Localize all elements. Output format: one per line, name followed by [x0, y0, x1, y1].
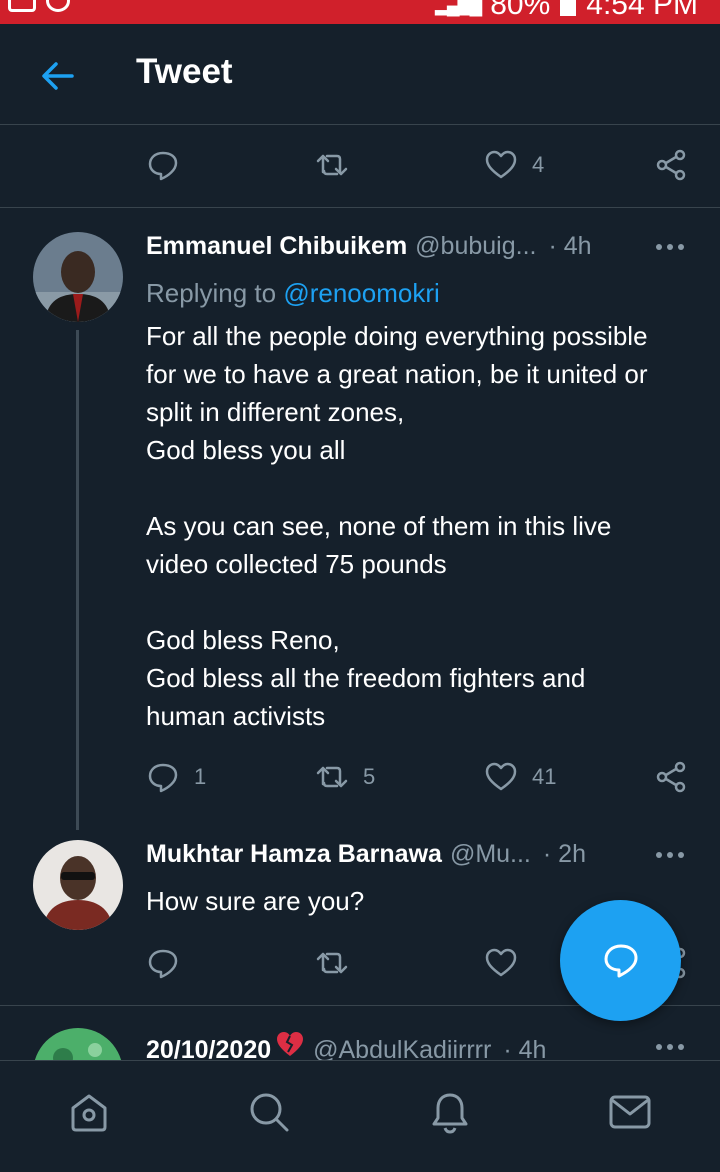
nav-messages[interactable]: [607, 1089, 653, 1135]
like-button[interactable]: [484, 938, 518, 988]
reply-count: 1: [194, 764, 207, 789]
replying-to: Replying to @renoomokri: [146, 278, 440, 309]
speech-bubble-icon: [148, 151, 178, 181]
retweet-icon: [316, 154, 348, 176]
battery-icon: [560, 0, 577, 16]
replying-label: Replying to: [146, 278, 277, 308]
more-options-button[interactable]: [652, 840, 688, 870]
like-count: 4: [532, 152, 545, 177]
divider: [0, 207, 720, 208]
like-button[interactable]: 4: [484, 140, 544, 190]
more-options-button[interactable]: [652, 1032, 688, 1062]
timestamp: · 4h: [548, 232, 592, 260]
timestamp: · 2h: [542, 840, 586, 868]
main-tweet-actions: 4: [0, 140, 720, 190]
nav-notifications[interactable]: [427, 1089, 473, 1135]
notification-icons: [8, 0, 70, 12]
reply-button[interactable]: 1: [146, 752, 206, 802]
username[interactable]: @bubuig...: [415, 232, 536, 261]
broken-heart-icon: [277, 1032, 304, 1056]
retweet-button[interactable]: 5: [315, 752, 375, 802]
more-dots-icon: [656, 244, 684, 250]
share-icon: [656, 149, 686, 181]
share-button[interactable]: [654, 140, 688, 190]
tweet-text: For all the people doing everything poss…: [146, 321, 648, 731]
mention-link[interactable]: @renoomokri: [283, 278, 439, 308]
header: Tweet: [0, 24, 720, 125]
avatar-photo: [33, 840, 123, 930]
whatsapp-icon: [46, 0, 70, 12]
speech-bubble-icon: [148, 949, 178, 979]
notifications-icon: [432, 1093, 468, 1134]
username[interactable]: @Mu...: [450, 840, 531, 869]
home-icon: [71, 1094, 107, 1132]
bottom-nav: [0, 1060, 720, 1172]
avatar[interactable]: [33, 232, 123, 322]
tweet-header: Mukhtar Hamza Barnawa @Mu... · 2h: [146, 840, 586, 876]
compose-reply-button[interactable]: [560, 900, 681, 1021]
nav-home[interactable]: [66, 1089, 112, 1135]
arrow-left-icon: [42, 62, 74, 90]
signal-icon: ▂▄▆█: [435, 0, 482, 15]
avatar[interactable]: [33, 840, 123, 930]
speech-bubble-icon: [148, 763, 178, 793]
tweet-actions: 1 5 41: [0, 752, 720, 802]
status-right: ▂▄▆█ 80% 4:54 PM: [435, 0, 698, 22]
compose-reply-icon: [604, 944, 637, 977]
retweet-button[interactable]: [315, 140, 349, 190]
retweet-count: 5: [363, 764, 376, 789]
heart-icon: [485, 762, 517, 791]
messages-icon: [609, 1095, 651, 1129]
battery-percent: 80%: [490, 0, 551, 21]
gallery-icon: [8, 0, 36, 12]
retweet-icon: [316, 766, 348, 788]
page-title: Tweet: [136, 52, 233, 91]
status-bar: ▂▄▆█ 80% 4:54 PM: [0, 0, 720, 24]
like-button[interactable]: 41: [484, 752, 556, 802]
more-dots-icon: [656, 1044, 684, 1050]
display-name[interactable]: Emmanuel Chibuikem: [146, 232, 407, 261]
nav-search[interactable]: [246, 1089, 292, 1135]
search-icon: [250, 1093, 289, 1132]
like-count: 41: [532, 764, 557, 789]
back-button[interactable]: [36, 54, 80, 98]
retweet-icon: [316, 952, 348, 974]
share-button[interactable]: [654, 752, 688, 802]
reply-button[interactable]: [146, 140, 180, 190]
tweet-header: Emmanuel Chibuikem @bubuig... · 4h: [146, 232, 592, 268]
share-icon: [656, 761, 686, 793]
more-dots-icon: [656, 852, 684, 858]
heart-icon: [485, 948, 517, 977]
heart-icon: [485, 150, 517, 179]
display-name[interactable]: Mukhtar Hamza Barnawa: [146, 840, 442, 869]
avatar-photo: [33, 232, 123, 322]
reply-button[interactable]: [146, 938, 180, 988]
status-time: 4:54 PM: [586, 0, 698, 21]
retweet-button[interactable]: [315, 938, 349, 988]
more-options-button[interactable]: [652, 232, 688, 262]
